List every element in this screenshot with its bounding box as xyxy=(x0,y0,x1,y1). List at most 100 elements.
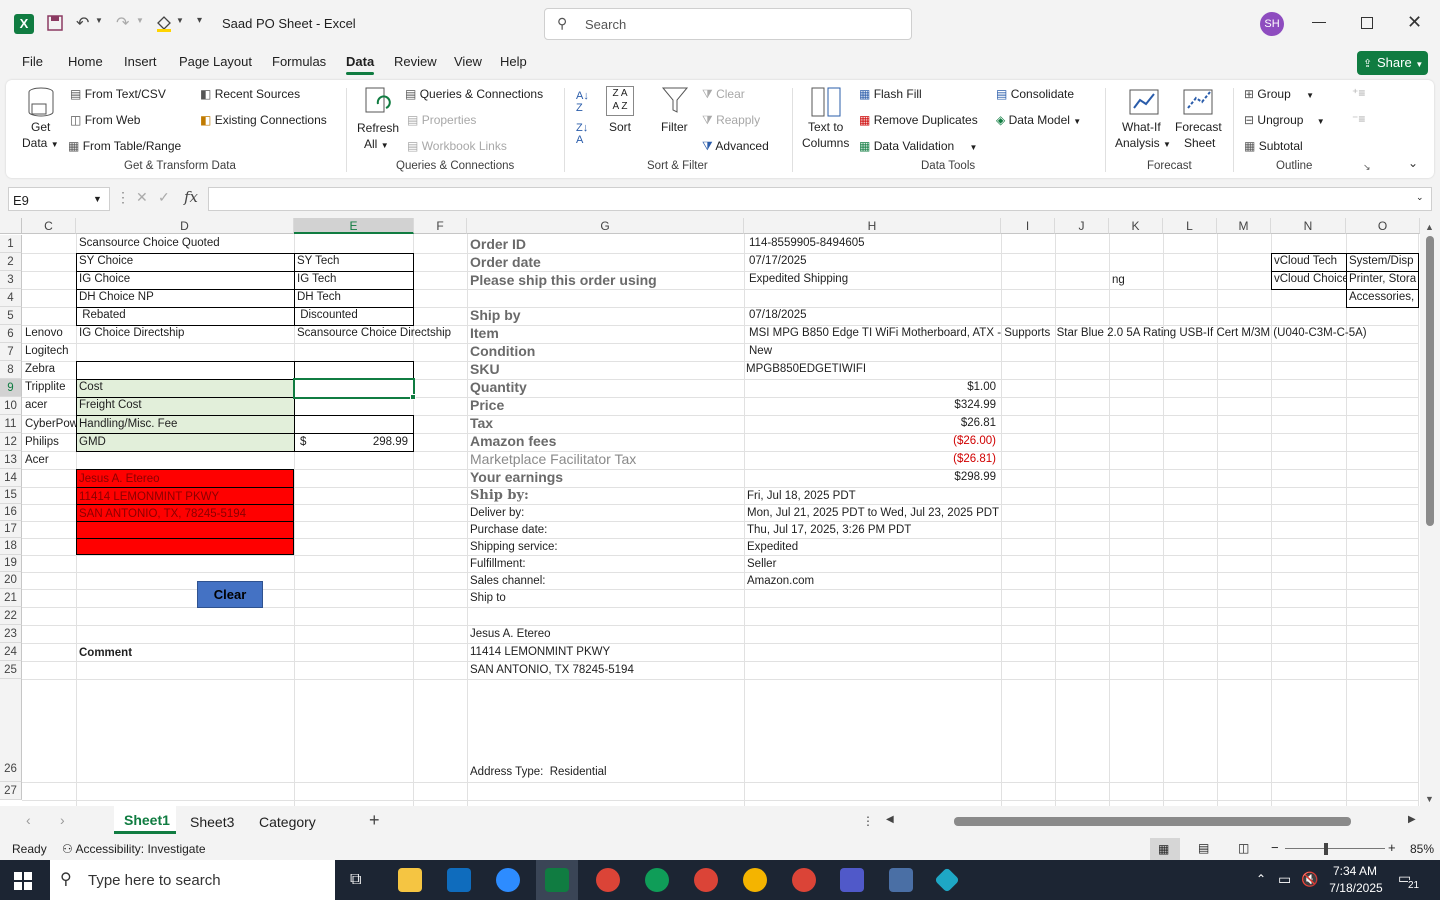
cell-h19[interactable]: Seller xyxy=(744,558,776,570)
cell-g14[interactable]: Your earnings xyxy=(467,469,563,485)
cell-o2[interactable]: System/Disp xyxy=(1346,255,1418,267)
cell-g9[interactable]: Quantity xyxy=(467,379,527,395)
cell-h7[interactable]: New xyxy=(746,345,772,357)
get-data-label2[interactable]: Data ▼ xyxy=(22,136,59,150)
col-header-h[interactable]: H xyxy=(744,218,1001,234)
cell-d9[interactable]: Cost xyxy=(76,381,103,393)
teams-icon[interactable] xyxy=(840,868,864,892)
menu-review[interactable]: Review xyxy=(394,54,437,69)
cell-g16[interactable]: Deliver by: xyxy=(467,507,524,519)
cell-c13[interactable]: Acer xyxy=(22,454,49,466)
volume-mute-icon[interactable]: 🔇 xyxy=(1301,871,1318,888)
page-break-view-icon[interactable]: ◫ xyxy=(1238,841,1249,855)
row-header[interactable]: 14 xyxy=(0,469,22,487)
consolidate-button[interactable]: ▤ Consolidate xyxy=(996,87,1074,101)
normal-view-button[interactable]: ▦ xyxy=(1150,838,1180,860)
cell-e12[interactable]: 298.99 xyxy=(294,436,408,448)
chrome-icon[interactable] xyxy=(645,868,669,892)
excel-taskbar-active[interactable] xyxy=(536,860,578,900)
col-header-j[interactable]: J xyxy=(1055,218,1109,234)
cell-h8[interactable]: MPGB850EDGETIWIFI xyxy=(743,363,866,375)
menu-page-layout[interactable]: Page Layout xyxy=(179,54,252,69)
row-header[interactable]: 8 xyxy=(0,361,22,379)
cell-e6[interactable]: Scansource Choice Directship xyxy=(294,327,451,339)
cell-d1[interactable]: Scansource Choice Quoted xyxy=(76,237,220,249)
recent-sources-button[interactable]: ◧ Recent Sources xyxy=(200,87,300,101)
undo-dropdown-icon[interactable]: ▼ xyxy=(95,16,103,25)
cell-h6[interactable]: MSI MPG B850 Edge TI WiFi Motherboard, A… xyxy=(746,327,1367,339)
from-web-button[interactable]: ◫ From Web xyxy=(70,113,140,127)
cell-g12[interactable]: Amazon fees xyxy=(467,433,556,449)
group-button[interactable]: ⊞ Group ▼ xyxy=(1244,87,1314,101)
row-header[interactable]: 7 xyxy=(0,343,22,361)
close-icon[interactable]: ✕ xyxy=(1407,12,1422,33)
cell-g18[interactable]: Shipping service: xyxy=(467,541,558,553)
cell-g19[interactable]: Fulfillment: xyxy=(467,558,526,570)
search-box[interactable]: ⚲ Search xyxy=(544,8,912,40)
clock-time[interactable]: 7:34 AM xyxy=(1330,864,1380,878)
menu-view[interactable]: View xyxy=(454,54,482,69)
cell-g24[interactable]: 11414 LEMONMINT PKWY xyxy=(467,646,610,658)
menu-formulas[interactable]: Formulas xyxy=(272,54,326,69)
clear-filter-button[interactable]: ⧩ Clear xyxy=(702,87,745,102)
cell-g3[interactable]: Please ship this order using xyxy=(467,272,657,288)
cell-g26[interactable]: Address Type: Residential xyxy=(467,766,607,778)
menu-home[interactable]: Home xyxy=(68,54,103,69)
cell-h12[interactable]: ($26.00) xyxy=(744,435,996,447)
chrome-icon[interactable] xyxy=(792,868,816,892)
cell-e3[interactable]: IG Tech xyxy=(294,273,336,285)
network-icon[interactable]: ▭ xyxy=(1278,871,1291,888)
col-header-g[interactable]: G xyxy=(467,218,744,234)
refresh-all-label[interactable]: Refresh xyxy=(357,121,399,135)
expand-formula-icon[interactable]: ⌄ xyxy=(1416,192,1424,203)
reapply-button[interactable]: ⧩ Reapply xyxy=(702,113,760,128)
get-data-label[interactable]: Get xyxy=(31,120,50,134)
fill-dropdown-icon[interactable]: ▼ xyxy=(176,16,184,25)
page-layout-view-icon[interactable]: ▤ xyxy=(1198,841,1209,855)
row-header[interactable]: 5 xyxy=(0,307,22,325)
row-header[interactable]: 21 xyxy=(0,589,22,607)
cell-d16[interactable]: SAN ANTONIO, TX, 78245-5194 xyxy=(76,508,246,520)
cell-h1[interactable]: 114-8559905-8494605 xyxy=(746,237,865,249)
from-table-range-button[interactable]: ▦ From Table/Range xyxy=(68,139,181,153)
cell-h14[interactable]: $298.99 xyxy=(744,471,996,483)
cell-g7[interactable]: Condition xyxy=(467,343,535,359)
minimize-icon[interactable] xyxy=(1312,22,1326,23)
col-header-f[interactable]: F xyxy=(414,218,467,234)
row-header[interactable]: 1 xyxy=(0,235,22,253)
horizontal-scroll-thumb[interactable] xyxy=(954,817,1351,826)
save-icon[interactable] xyxy=(46,14,64,32)
menu-file[interactable]: File xyxy=(22,54,43,69)
cell-g1[interactable]: Order ID xyxy=(467,236,526,252)
row-header[interactable]: 16 xyxy=(0,504,22,521)
cell-e5[interactable]: Discounted xyxy=(294,309,358,321)
add-sheet-icon[interactable]: + xyxy=(369,810,380,831)
scroll-right-icon[interactable]: ▶ xyxy=(1408,814,1416,825)
tab-sheet3[interactable]: Sheet3 xyxy=(190,814,234,830)
cell-h13[interactable]: ($26.81) xyxy=(744,453,996,465)
cell-c7[interactable]: Logitech xyxy=(22,345,68,357)
name-box[interactable]: E9 ▼ xyxy=(8,187,110,211)
row-header[interactable]: 10 xyxy=(0,397,22,415)
row-header[interactable]: 2 xyxy=(0,253,22,271)
undo-icon[interactable]: ↶ xyxy=(76,13,89,33)
vertical-scrollbar[interactable]: ▲ ▼ xyxy=(1420,218,1440,806)
zoom-in-icon[interactable]: + xyxy=(1388,840,1396,855)
col-header-e[interactable]: E xyxy=(294,218,414,234)
redo-icon[interactable]: ↷ xyxy=(116,13,129,33)
advanced-button[interactable]: ⧩ Advanced xyxy=(702,139,769,154)
from-text-csv-button[interactable]: ▤ From Text/CSV xyxy=(70,87,166,101)
subtotal-button[interactable]: ▦ Subtotal xyxy=(1244,139,1303,153)
cell-e4[interactable]: DH Tech xyxy=(294,291,341,303)
forecast-sheet-label[interactable]: Forecast xyxy=(1175,120,1222,134)
col-header-n[interactable]: N xyxy=(1271,218,1346,234)
col-header-i[interactable]: I xyxy=(1001,218,1055,234)
cell-c9[interactable]: Tripplite xyxy=(22,381,65,393)
cell-g10[interactable]: Price xyxy=(467,397,504,413)
fill-color-icon[interactable] xyxy=(155,14,173,32)
cell-d14[interactable]: Jesus A. Etereo xyxy=(76,473,160,485)
zoom-slider-thumb[interactable] xyxy=(1324,843,1328,855)
cell-g15[interactable]: Ship by: xyxy=(467,488,529,503)
tab-category[interactable]: Category xyxy=(259,814,316,830)
file-explorer-icon[interactable] xyxy=(398,868,422,892)
